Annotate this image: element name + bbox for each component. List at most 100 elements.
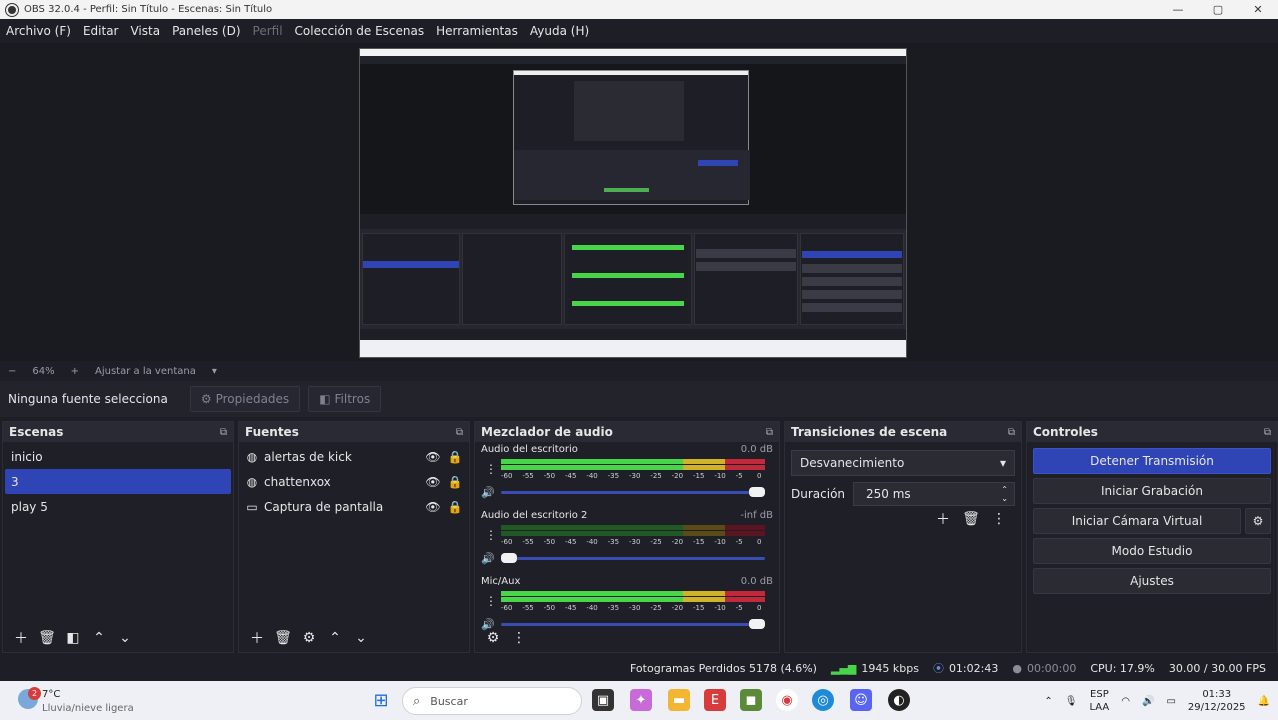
- visibility-eye-icon[interactable]: 👁: [425, 450, 441, 464]
- settings-button[interactable]: Ajustes: [1033, 568, 1271, 594]
- close-button[interactable]: ✕: [1238, 0, 1278, 19]
- volume-slider-handle[interactable]: [500, 552, 517, 563]
- volume-icon[interactable]: 🔊: [1142, 695, 1154, 708]
- obs-taskbar-icon[interactable]: ◐: [888, 689, 910, 711]
- canvas-nested-titlebar: [360, 49, 906, 56]
- zoom-dropdown-icon[interactable]: ▾: [212, 366, 217, 377]
- undock-icon[interactable]: ⧉: [1264, 427, 1271, 438]
- scene-item[interactable]: 3: [5, 469, 231, 494]
- volume-slider-handle[interactable]: [748, 486, 765, 497]
- channel-menu-icon[interactable]: ⋮: [485, 462, 497, 476]
- visibility-eye-icon[interactable]: 👁: [425, 500, 441, 514]
- preview-canvas[interactable]: [359, 48, 907, 358]
- edge-icon[interactable]: ◎: [812, 689, 834, 711]
- start-recording-button[interactable]: Iniciar Grabación: [1033, 478, 1271, 504]
- move-up-button[interactable]: ⌃: [87, 627, 111, 649]
- clock[interactable]: 01:33 29/12/2025: [1188, 688, 1246, 714]
- menu-ayuda[interactable]: Ayuda (H): [530, 24, 589, 38]
- chrome-icon[interactable]: ◉: [776, 689, 798, 711]
- add-scene-button[interactable]: ＋: [9, 627, 33, 649]
- preview-area[interactable]: [0, 43, 1278, 361]
- scene-item[interactable]: play 5: [5, 494, 231, 519]
- source-item[interactable]: ▭ Captura de pantalla 👁 🔒: [239, 494, 469, 519]
- zoom-in-button[interactable]: +: [71, 366, 79, 377]
- properties-button[interactable]: ⚙ Propiedades: [189, 386, 301, 412]
- minimize-button[interactable]: —: [1158, 0, 1198, 19]
- mute-speaker-icon[interactable]: 🔊: [481, 486, 495, 499]
- visibility-eye-icon[interactable]: 👁: [425, 475, 441, 489]
- transition-select[interactable]: Desvanecimiento ▾: [791, 450, 1015, 476]
- menu-coleccion-escenas[interactable]: Colección de Escenas: [295, 24, 425, 38]
- duration-spinbox[interactable]: 250 ms ⌃ ⌄: [853, 482, 1015, 506]
- lock-icon[interactable]: 🔒: [447, 450, 463, 464]
- scene-item[interactable]: inicio: [5, 444, 231, 469]
- remove-scene-button[interactable]: 🗑: [35, 627, 59, 649]
- copilot-icon[interactable]: ✦: [630, 689, 652, 711]
- remove-source-button[interactable]: 🗑: [271, 627, 295, 649]
- weather-widget[interactable]: 2 7°C Lluvia/nieve ligera: [18, 685, 158, 717]
- spin-arrows-icon[interactable]: ⌃ ⌄: [1001, 485, 1008, 503]
- scene-filters-button[interactable]: ◧: [61, 627, 85, 649]
- language-indicator[interactable]: ESP LAA: [1090, 688, 1110, 714]
- mixer-channels: Audio del escritorio 0.0 dB ⋮ -60 -55 -50 -45-…: [475, 442, 779, 640]
- move-down-button[interactable]: ⌄: [349, 627, 373, 649]
- maximize-button[interactable]: ▢: [1198, 0, 1238, 19]
- taskbar-search-input[interactable]: ⌕ Buscar: [402, 687, 582, 715]
- channel-menu-icon[interactable]: ⋮: [485, 528, 497, 542]
- lock-icon[interactable]: 🔒: [447, 475, 463, 489]
- menu-vista[interactable]: Vista: [130, 24, 160, 38]
- channel-menu-icon[interactable]: ⋮: [485, 594, 497, 608]
- undock-icon[interactable]: ⧉: [766, 427, 773, 438]
- filters-button[interactable]: ◧ Filtros: [308, 386, 382, 412]
- meter-segment: [725, 597, 765, 602]
- battery-icon[interactable]: ▭: [1166, 695, 1175, 708]
- microphone-icon[interactable]: 🎙: [1065, 695, 1078, 708]
- menu-herramientas[interactable]: Herramientas: [436, 24, 518, 38]
- menu-archivo[interactable]: Archivo (F): [6, 24, 71, 38]
- dropped-frames: Fotogramas Perdidos 5178 (4.6%): [630, 661, 817, 675]
- bitrate-status: ▂▄▆ 1945 kbps: [830, 661, 919, 675]
- source-properties-button[interactable]: ⚙: [297, 627, 321, 649]
- stop-streaming-button[interactable]: Detener Transmisión: [1033, 448, 1271, 474]
- lock-icon[interactable]: 🔒: [447, 500, 463, 514]
- volume-slider[interactable]: [500, 486, 765, 497]
- source-item[interactable]: ◍ chattenxox 👁 🔒: [239, 469, 469, 494]
- volume-slider[interactable]: [500, 552, 765, 563]
- signal-bars-icon: ▂▄▆: [830, 661, 857, 675]
- undock-icon[interactable]: ⧉: [456, 427, 463, 438]
- fit-window-label[interactable]: Ajustar a la ventana: [95, 366, 196, 377]
- meter-segment: [501, 465, 684, 470]
- undock-icon[interactable]: ⧉: [220, 427, 227, 438]
- task-view-icon[interactable]: ▣: [592, 689, 614, 711]
- source-item[interactable]: ◍ alertas de kick 👁 🔒: [239, 444, 469, 469]
- remove-transition-button[interactable]: 🗑: [959, 508, 983, 530]
- virtual-camera-settings-gear-icon[interactable]: ⚙: [1245, 508, 1271, 534]
- menu-editar[interactable]: Editar: [83, 24, 119, 38]
- notifications-bell-icon[interactable]: 🔔: [1258, 695, 1270, 708]
- minecraft-icon[interactable]: ◼: [740, 689, 762, 711]
- meter-ticks: -60 -55 -50 -45 -40 -35 -30 -25 -20 -15 -10 -5 0: [501, 538, 765, 548]
- zoom-out-button[interactable]: −: [8, 366, 16, 377]
- window-title: OBS 32.0.4 - Perfil: Sin Título - Escena…: [24, 4, 273, 15]
- add-source-button[interactable]: ＋: [245, 627, 269, 649]
- mixer-menu-icon[interactable]: ⋮: [507, 627, 531, 649]
- menu-perfil[interactable]: Perfil: [253, 24, 283, 38]
- tray-chevron-icon[interactable]: ⌃: [1044, 695, 1052, 708]
- menu-paneles[interactable]: Paneles (D): [172, 24, 240, 38]
- meter-tick-label: -60: [501, 604, 513, 612]
- move-down-button[interactable]: ⌄: [113, 627, 137, 649]
- advanced-audio-icon[interactable]: ⚙: [481, 627, 505, 649]
- office-icon[interactable]: E: [704, 689, 726, 711]
- sources-toolbar: ＋ 🗑 ⚙ ⌃ ⌄: [239, 624, 469, 652]
- start-virtual-camera-button[interactable]: Iniciar Cámara Virtual: [1033, 508, 1241, 534]
- windows-start-icon[interactable]: ⊞: [370, 689, 392, 711]
- move-up-button[interactable]: ⌃: [323, 627, 347, 649]
- discord-icon[interactable]: ☺: [850, 689, 872, 711]
- undock-icon[interactable]: ⧉: [1008, 427, 1015, 438]
- wifi-icon[interactable]: ◠: [1121, 695, 1130, 708]
- transition-menu-button[interactable]: ⋮: [987, 508, 1011, 530]
- add-transition-button[interactable]: ＋: [931, 508, 955, 530]
- mute-speaker-icon[interactable]: 🔊: [481, 552, 495, 565]
- file-explorer-icon[interactable]: ▬: [668, 689, 690, 711]
- studio-mode-button[interactable]: Modo Estudio: [1033, 538, 1271, 564]
